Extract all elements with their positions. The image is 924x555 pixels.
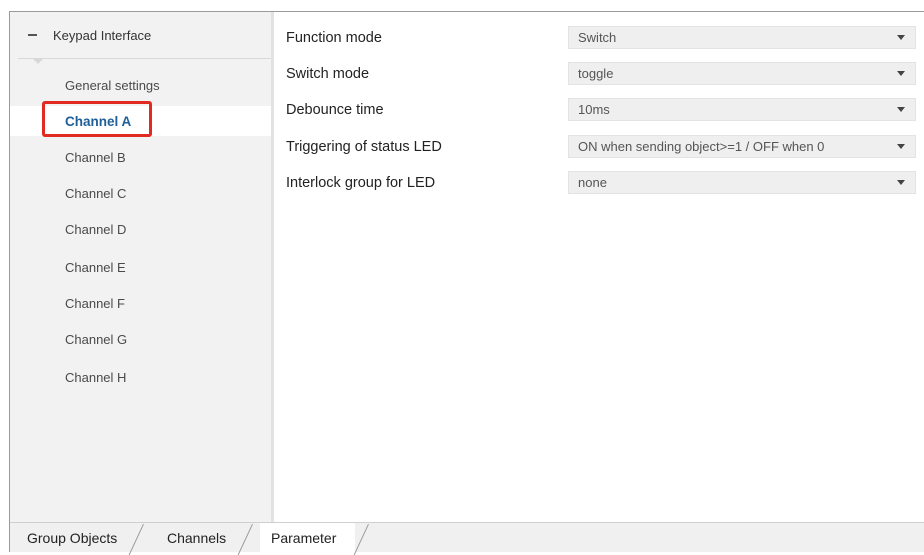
sidebar-item-general-settings[interactable]: General settings <box>10 70 271 100</box>
select-value: none <box>578 175 607 190</box>
param-label: Function mode <box>286 30 382 46</box>
function-mode-select[interactable]: Switch <box>568 26 916 49</box>
sidebar-item-label: Channel F <box>65 295 125 311</box>
tab-group-objects[interactable]: Group Objects <box>27 523 117 552</box>
tab-label: Group Objects <box>27 529 118 546</box>
selection-highlight-box <box>42 101 152 137</box>
select-value: 10ms <box>578 102 610 117</box>
tab-divider <box>237 524 253 555</box>
param-row-switch-mode: Switch mode toggle <box>275 62 916 90</box>
parameter-panel: Function mode Switch Switch mode toggle … <box>275 12 924 522</box>
param-row-interlock-group: Interlock group for LED none <box>275 171 916 199</box>
param-row-function-mode: Function mode Switch <box>275 26 916 54</box>
sidebar-item-label: Channel E <box>65 259 126 275</box>
select-value: Switch <box>578 30 617 45</box>
sidebar-item-channel-d[interactable]: Channel D <box>10 214 271 244</box>
sidebar-tree: Keypad Interface General settings Channe… <box>10 12 274 522</box>
sidebar-item-channel-h[interactable]: Channel H <box>10 362 271 392</box>
status-led-trigger-select[interactable]: ON when sending object>=1 / OFF when 0 <box>568 135 916 158</box>
sidebar-item-channel-g[interactable]: Channel G <box>10 324 271 354</box>
tab-channels[interactable]: Channels <box>167 523 226 552</box>
param-label: Interlock group for LED <box>286 175 436 191</box>
tab-label: Parameter <box>271 529 337 546</box>
caret-down-icon <box>897 107 905 112</box>
param-row-status-led: Triggering of status LED ON when sending… <box>275 135 916 163</box>
tree-root-keypad-interface[interactable]: Keypad Interface <box>10 12 271 58</box>
bottom-tab-bar: Group Objects Channels Parameter <box>10 522 924 555</box>
switch-mode-select[interactable]: toggle <box>568 62 916 85</box>
param-label: Debounce time <box>286 102 384 118</box>
tree-root-label: Keypad Interface <box>53 27 152 43</box>
tab-label: Channels <box>167 529 227 546</box>
caret-down-icon <box>897 35 905 40</box>
sidebar-item-label: Channel H <box>65 369 127 385</box>
sidebar-item-label: Channel G <box>65 331 128 347</box>
sidebar-item-label: Channel C <box>65 185 127 201</box>
param-row-debounce-time: Debounce time 10ms <box>275 98 916 126</box>
panel-splitter[interactable] <box>271 12 274 522</box>
select-value: ON when sending object>=1 / OFF when 0 <box>578 139 825 154</box>
sidebar-item-channel-f[interactable]: Channel F <box>10 288 271 318</box>
tab-parameter[interactable]: Parameter <box>260 523 355 552</box>
caret-down-icon <box>897 71 905 76</box>
sidebar-item-label: General settings <box>65 77 160 93</box>
select-value: toggle <box>578 66 614 81</box>
debounce-time-select[interactable]: 10ms <box>568 98 916 121</box>
sidebar-item-label: Channel B <box>65 149 126 165</box>
caret-down-icon <box>897 144 905 149</box>
param-label: Switch mode <box>286 66 370 82</box>
param-label: Triggering of status LED <box>286 139 442 155</box>
sidebar-item-label: Channel D <box>65 221 127 237</box>
sidebar-item-channel-e[interactable]: Channel E <box>10 252 271 282</box>
caret-down-icon <box>897 180 905 185</box>
tab-divider <box>128 524 144 555</box>
interlock-group-select[interactable]: none <box>568 171 916 194</box>
sidebar-item-channel-b[interactable]: Channel B <box>10 142 271 172</box>
tree-divider <box>18 58 271 59</box>
collapse-minus-icon[interactable] <box>27 29 39 41</box>
tab-divider <box>353 524 369 555</box>
sidebar-item-channel-c[interactable]: Channel C <box>10 178 271 208</box>
tree-notch-icon <box>32 58 44 64</box>
